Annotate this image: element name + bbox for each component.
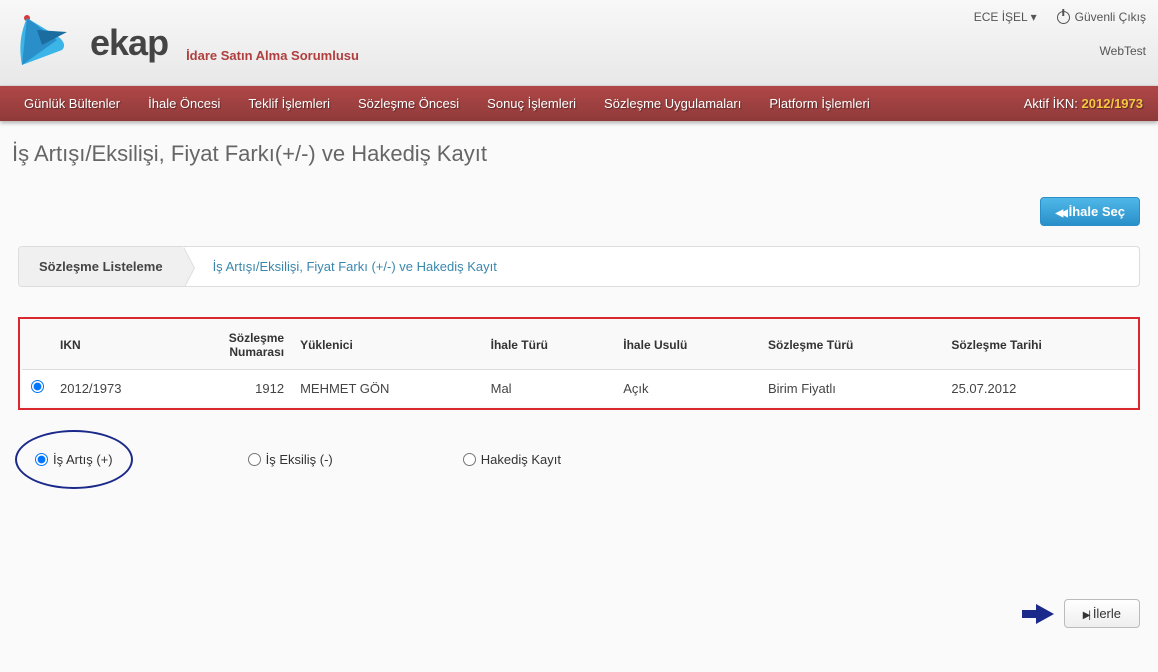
header-subtitle: İdare Satın Alma Sorumlusu	[186, 48, 359, 63]
nav-ihale-oncesi[interactable]: İhale Öncesi	[134, 86, 234, 121]
user-menu[interactable]: ECE İŞEL ▾	[974, 10, 1037, 24]
contract-table: IKN Sözleşme Numarası Yüklenici İhale Tü…	[22, 321, 1136, 406]
col-sozlesme-tarihi: Sözleşme Tarihi	[943, 321, 1136, 370]
logo-icon	[12, 10, 82, 75]
col-sozlesme-turu: Sözleşme Türü	[760, 321, 943, 370]
nav-teklif-islemleri[interactable]: Teklif İşlemleri	[234, 86, 344, 121]
nav-platform-islemleri[interactable]: Platform İşlemleri	[755, 86, 883, 121]
breadcrumb-sozlesme-listeleme[interactable]: Sözleşme Listeleme	[19, 247, 183, 286]
breadcrumb: Sözleşme Listeleme İş Artışı/Eksilişi, F…	[18, 246, 1140, 287]
option-is-eksilis-radio[interactable]	[248, 453, 261, 466]
option-is-artis-label[interactable]: İş Artış (+)	[53, 452, 113, 467]
col-ihale-turu: İhale Türü	[483, 321, 616, 370]
cell-sozlesme-tarihi: 25.07.2012	[943, 370, 1136, 407]
breadcrumb-is-artisi[interactable]: İş Artışı/Eksilişi, Fiyat Farkı (+/-) ve…	[183, 247, 517, 286]
cell-sozlesme-no: 1912	[192, 370, 292, 407]
table-row[interactable]: 2012/1973 1912 MEHMET GÖN Mal Açık Birim…	[22, 370, 1136, 407]
nav-gunluk-bultenler[interactable]: Günlük Bültenler	[10, 86, 134, 121]
col-ikn: IKN	[52, 321, 192, 370]
col-ihale-usulu: İhale Usulü	[615, 321, 760, 370]
cell-ikn: 2012/1973	[52, 370, 192, 407]
power-icon	[1057, 11, 1070, 24]
arrow-annotation-icon	[1036, 604, 1054, 624]
option-is-artis-radio[interactable]	[35, 453, 48, 466]
col-yuklenici: Yüklenici	[292, 321, 483, 370]
cell-ihale-turu: Mal	[483, 370, 616, 407]
nav-sozlesme-uygulamalari[interactable]: Sözleşme Uygulamaları	[590, 86, 755, 121]
cell-sozlesme-turu: Birim Fiyatlı	[760, 370, 943, 407]
page-title: İş Artışı/Eksilişi, Fiyat Farkı(+/-) ve …	[0, 121, 1158, 197]
logo-text: ekap	[90, 22, 168, 64]
active-ikn: Aktif İKN: 2012/1973	[1019, 86, 1148, 121]
nav-sozlesme-oncesi[interactable]: Sözleşme Öncesi	[344, 86, 473, 121]
logout-button[interactable]: Güvenli Çıkış	[1057, 10, 1146, 24]
env-label: WebTest	[974, 44, 1146, 58]
ihale-sec-button[interactable]: İhale Seç	[1040, 197, 1140, 226]
option-hakedis-kayit-radio[interactable]	[463, 453, 476, 466]
nav-sonuc-islemleri[interactable]: Sonuç İşlemleri	[473, 86, 590, 121]
row-select-radio[interactable]	[31, 380, 44, 393]
contract-table-wrap: IKN Sözleşme Numarası Yüklenici İhale Tü…	[18, 317, 1140, 410]
option-hakedis-kayit-label[interactable]: Hakediş Kayıt	[481, 452, 561, 467]
col-sozlesme-no: Sözleşme Numarası	[192, 321, 292, 370]
cell-yuklenici: MEHMET GÖN	[292, 370, 483, 407]
ilerle-button[interactable]: İlerle	[1064, 599, 1140, 628]
cell-ihale-usulu: Açık	[615, 370, 760, 407]
option-is-eksilis-label[interactable]: İş Eksiliş (-)	[266, 452, 333, 467]
